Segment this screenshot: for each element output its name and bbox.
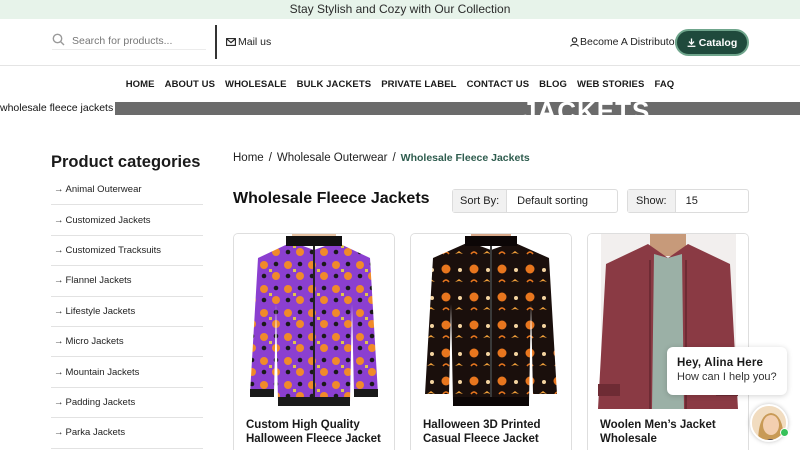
product-card[interactable]: Halloween 3D Printed Casual Fleece Jacke…	[410, 233, 572, 450]
product-name[interactable]: Woolen Men’s Jacket Wholesale	[600, 418, 740, 446]
arrow-right-icon: →	[54, 305, 64, 317]
banner-alt-text: wholesale fleece jackets	[0, 102, 116, 115]
category-label: Micro Jackets	[65, 336, 124, 348]
category-banner: wholesale fleece jackets JACKETS	[0, 102, 800, 115]
catalog-button[interactable]: Catalog	[675, 29, 749, 56]
nav-faq[interactable]: FAQ	[654, 77, 674, 93]
product-categories-title: Product categories	[51, 153, 201, 171]
arrow-right-icon: →	[54, 366, 64, 378]
breadcrumb-separator: /	[392, 152, 396, 164]
become-distributor-link[interactable]: Become A Distributor	[570, 36, 678, 48]
category-label: Lifestyle Jackets	[65, 305, 136, 317]
banner-heading: JACKETS	[522, 102, 650, 115]
nav-wholesale[interactable]: WHOLESALE	[225, 77, 287, 93]
arrow-right-icon: →	[54, 396, 64, 408]
category-label: Customized Jackets	[65, 214, 151, 226]
breadcrumb: Home / Wholesale Outerwear / Wholesale F…	[233, 152, 530, 164]
category-list: → Animal Outerwear → Customized Jackets …	[51, 175, 203, 449]
product-card[interactable]: Custom High Quality Halloween Fleece Jac…	[233, 233, 395, 450]
category-item[interactable]: → Customized Tracksuits	[51, 236, 203, 267]
category-item[interactable]: → Micro Jackets	[51, 327, 203, 358]
category-label: Flannel Jackets	[65, 275, 132, 287]
nav-contact-us[interactable]: CONTACT US	[467, 77, 530, 93]
show-label: Show:	[628, 190, 676, 212]
category-label: Parka Jackets	[65, 427, 126, 439]
category-label: Mountain Jackets	[65, 366, 140, 378]
category-item[interactable]: → Mountain Jackets	[51, 357, 203, 388]
download-icon	[687, 38, 696, 47]
category-item[interactable]: → Customized Jackets	[51, 205, 203, 236]
nav-web-stories[interactable]: WEB STORIES	[577, 77, 644, 93]
chat-greeting: Hey, Alina Here	[677, 357, 764, 369]
announcement-text: Stay Stylish and Cozy with Our Collectio…	[289, 2, 511, 16]
user-icon	[570, 37, 579, 47]
sort-value[interactable]: Default sorting	[507, 190, 598, 212]
category-item[interactable]: → Padding Jackets	[51, 388, 203, 419]
arrow-right-icon: →	[54, 184, 64, 196]
search-box[interactable]	[52, 32, 206, 50]
product-image[interactable]	[411, 234, 571, 409]
category-item[interactable]: → Parka Jackets	[51, 418, 203, 449]
breadcrumb-separator: /	[268, 152, 272, 164]
mail-us-link[interactable]: Mail us	[226, 36, 271, 48]
main-nav: HOME ABOUT US WHOLESALE BULK JACKETS PRI…	[0, 77, 800, 93]
mail-us-label: Mail us	[238, 36, 272, 48]
search-icon	[52, 33, 65, 46]
search-input[interactable]	[72, 33, 204, 48]
product-card[interactable]: Woolen Men’s Jacket Wholesale	[587, 233, 749, 450]
chat-popup[interactable]: Hey, Alina Here How can I help you?	[667, 347, 787, 395]
breadcrumb-parent[interactable]: Wholesale Outerwear	[277, 152, 388, 164]
show-count-select[interactable]: Show: 15	[627, 189, 749, 213]
chat-message: How can I help you?	[677, 371, 777, 383]
catalog-label: Catalog	[698, 36, 738, 49]
category-item[interactable]: → Lifestyle Jackets	[51, 297, 203, 327]
sort-label: Sort By:	[453, 190, 508, 212]
arrow-right-icon: →	[54, 336, 64, 348]
category-label: Animal Outerwear	[65, 184, 142, 196]
breadcrumb-current: Wholesale Fleece Jackets	[400, 152, 530, 164]
sort-select[interactable]: Sort By: Default sorting	[452, 189, 618, 213]
product-image[interactable]	[234, 234, 394, 409]
nav-private-label[interactable]: PRIVATE LABEL	[381, 77, 456, 93]
nav-about-us[interactable]: ABOUT US	[165, 77, 215, 93]
product-name[interactable]: Halloween 3D Printed Casual Fleece Jacke…	[423, 418, 563, 446]
show-value[interactable]: 15	[676, 190, 708, 212]
announcement-bar: Stay Stylish and Cozy with Our Collectio…	[0, 0, 800, 19]
category-label: Padding Jackets	[65, 396, 136, 408]
arrow-right-icon: →	[54, 427, 64, 439]
category-label: Customized Tracksuits	[65, 244, 162, 256]
arrow-right-icon: →	[54, 214, 64, 226]
page-title: Wholesale Fleece Jackets	[233, 190, 430, 207]
nav-blog[interactable]: BLOG	[539, 77, 567, 93]
header-divider	[215, 25, 217, 59]
product-name[interactable]: Custom High Quality Halloween Fleece Jac…	[246, 418, 386, 446]
arrow-right-icon: →	[54, 244, 64, 256]
envelope-icon	[226, 38, 236, 46]
site-header: Mail us Become A Distributor Catalog	[0, 19, 800, 66]
arrow-right-icon: →	[54, 275, 64, 287]
become-distributor-label: Become A Distributor	[580, 36, 679, 48]
breadcrumb-home[interactable]: Home	[233, 152, 264, 164]
nav-bulk-jackets[interactable]: BULK JACKETS	[297, 77, 372, 93]
category-item[interactable]: → Flannel Jackets	[51, 266, 203, 297]
nav-home[interactable]: HOME	[126, 77, 155, 93]
online-status-dot	[780, 428, 789, 437]
category-item[interactable]: → Animal Outerwear	[51, 175, 203, 206]
